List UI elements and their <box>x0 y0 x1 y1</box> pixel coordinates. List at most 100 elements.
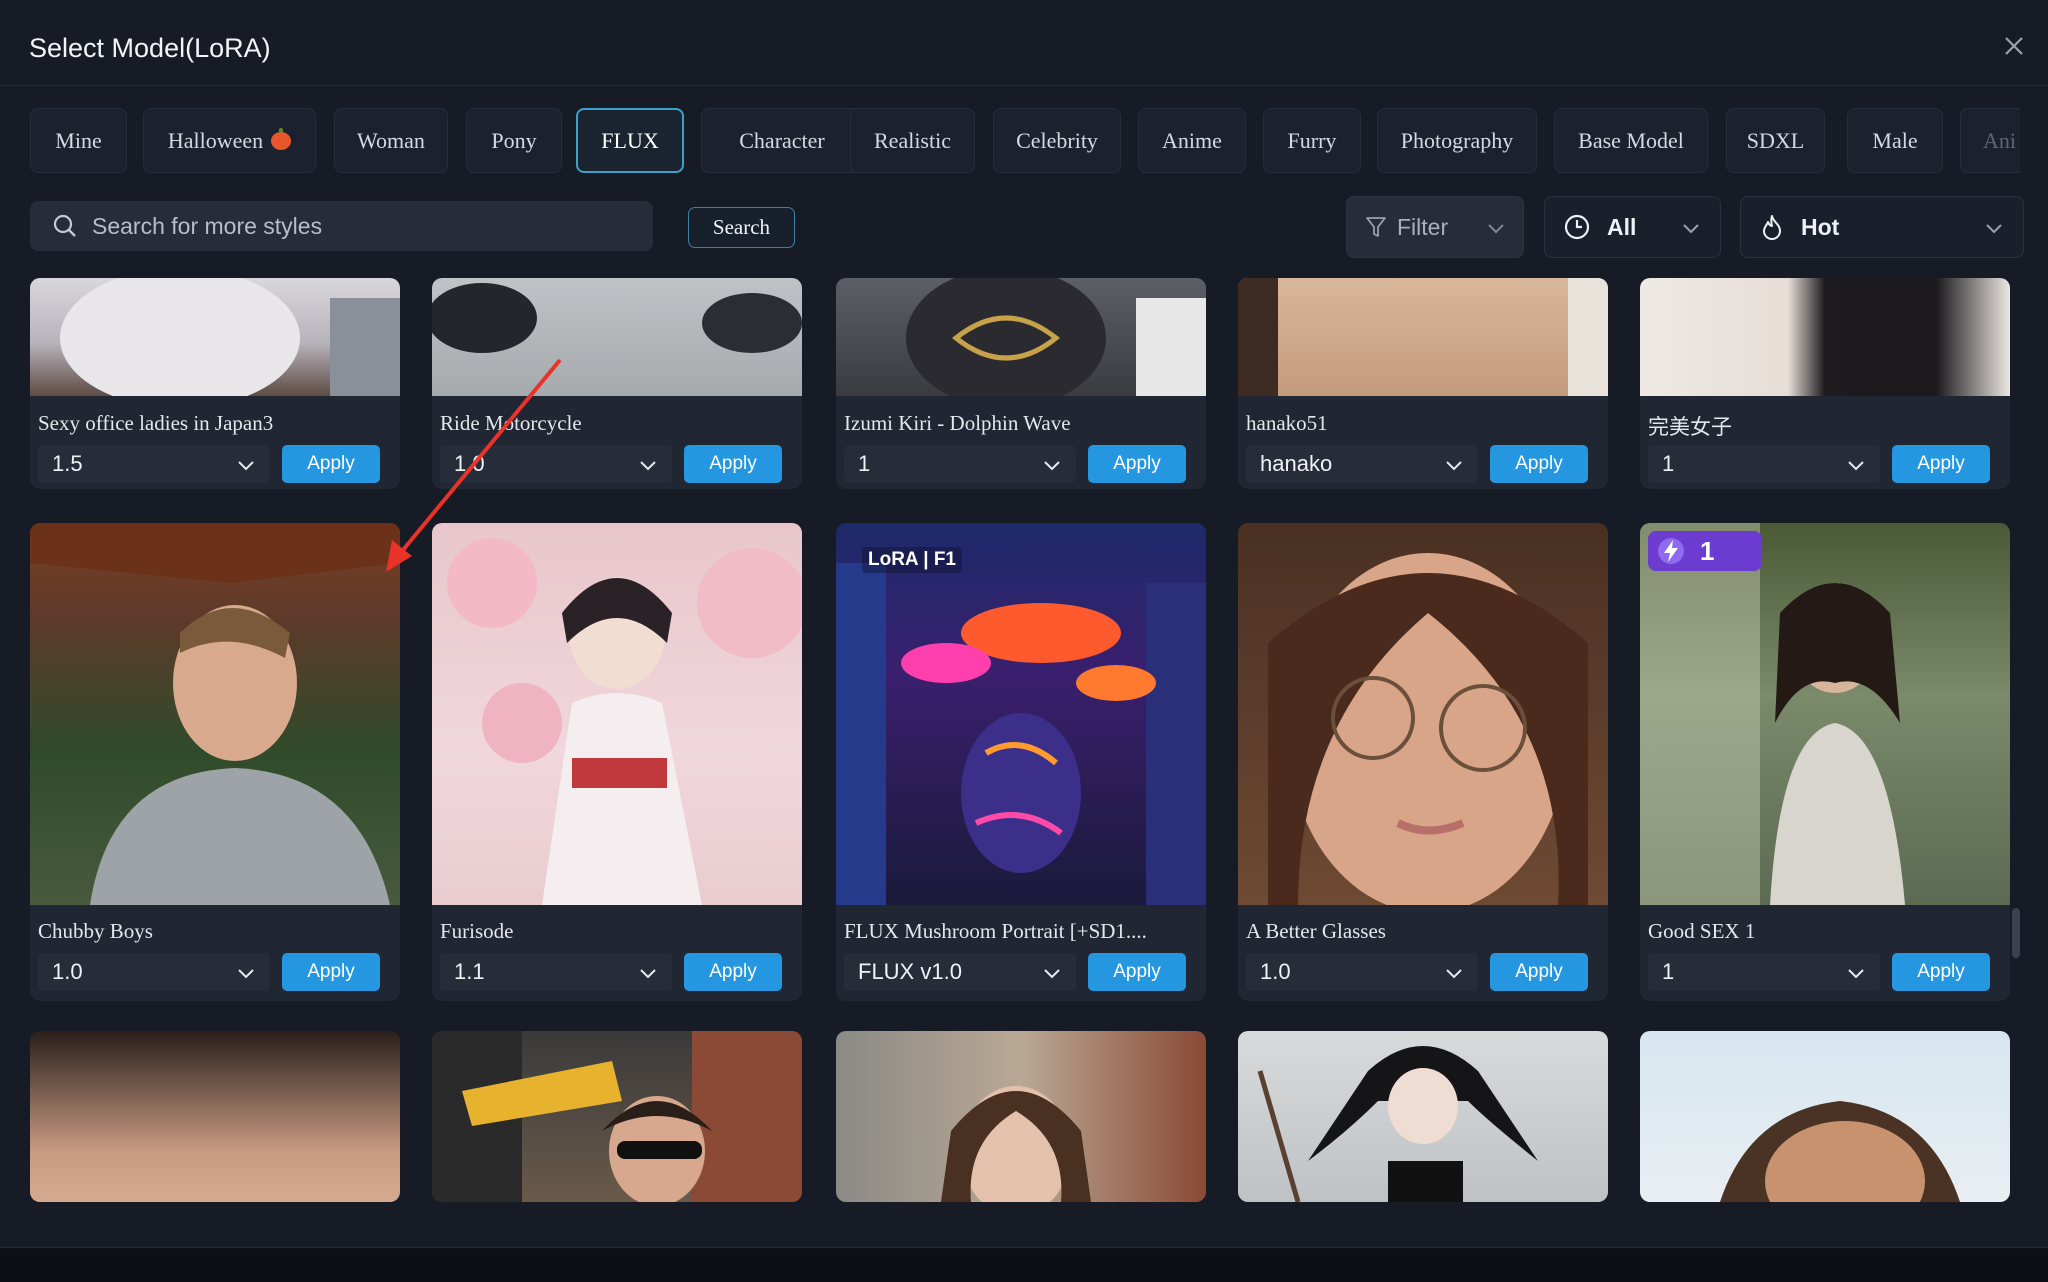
apply-button[interactable]: Apply <box>1892 445 1990 483</box>
tab-pony[interactable]: Pony <box>466 108 562 173</box>
version-select[interactable]: 1 <box>844 445 1076 483</box>
tab-anime[interactable]: Anime <box>1138 108 1246 173</box>
model-thumbnail[interactable] <box>30 1031 400 1202</box>
badge-count: 1 <box>1648 531 1762 571</box>
apply-button[interactable]: Apply <box>1088 445 1186 483</box>
version-select[interactable]: 1 <box>1648 445 1880 483</box>
close-icon[interactable] <box>1996 28 2032 64</box>
version-value: 1.0 <box>454 451 485 476</box>
tab-label: Woman <box>357 127 425 153</box>
model-card[interactable]: Izumi Kiri - Dolphin Wave 1 Apply <box>836 278 1206 489</box>
chevron-down-icon <box>1683 224 1699 234</box>
model-thumbnail[interactable] <box>1238 1031 1608 1202</box>
lightning-icon <box>1658 538 1684 564</box>
model-name: Ride Motorcycle <box>440 411 582 435</box>
model-card[interactable] <box>836 1031 1206 1202</box>
filter-icon <box>1366 217 1386 237</box>
model-card[interactable]: A Better Glasses 1.0 Apply <box>1238 523 1608 1001</box>
tab-label: Base Model <box>1578 127 1684 153</box>
apply-button[interactable]: Apply <box>684 953 782 991</box>
model-name: Good SEX 1 <box>1648 919 1756 943</box>
apply-button[interactable]: Apply <box>1088 953 1186 991</box>
filter-button[interactable]: Filter <box>1346 196 1524 258</box>
version-value: 1.0 <box>1260 959 1291 984</box>
model-thumbnail[interactable] <box>836 1031 1206 1202</box>
background-strip <box>0 1249 2048 1282</box>
tab-label: Anime <box>1162 127 1222 153</box>
apply-button[interactable]: Apply <box>1892 953 1990 991</box>
tab-male[interactable]: Male <box>1847 108 1943 173</box>
model-card[interactable]: 1 Good SEX 1 1 Apply <box>1640 523 2010 1001</box>
model-thumbnail[interactable]: LoRA | F1 <box>836 523 1206 905</box>
model-thumbnail[interactable]: 1 <box>1640 523 2010 905</box>
tab-celebrity[interactable]: Celebrity <box>993 108 1121 173</box>
tab-realistic[interactable]: Realistic <box>850 108 975 173</box>
tab-label: Character <box>739 127 825 153</box>
model-card[interactable] <box>1640 1031 2010 1202</box>
tab-sdxl[interactable]: SDXL <box>1726 108 1825 173</box>
model-thumbnail[interactable] <box>1238 278 1608 396</box>
tab-photography[interactable]: Photography <box>1377 108 1537 173</box>
tab-base-model[interactable]: Base Model <box>1554 108 1708 173</box>
model-thumbnail[interactable] <box>432 278 802 396</box>
apply-button[interactable]: Apply <box>684 445 782 483</box>
tab-mine[interactable]: Mine <box>30 108 127 173</box>
tab-woman[interactable]: Woman <box>334 108 448 173</box>
model-card[interactable]: Ride Motorcycle 1.0 Apply <box>432 278 802 489</box>
model-name: Izumi Kiri - Dolphin Wave <box>844 411 1071 435</box>
version-select[interactable]: 1.0 <box>440 445 672 483</box>
search-button[interactable]: Search <box>688 207 795 248</box>
apply-button[interactable]: Apply <box>1490 953 1588 991</box>
model-thumbnail[interactable] <box>30 523 400 905</box>
category-tabs: Mine Halloween Woman Pony FLUX Character… <box>30 108 2020 173</box>
lora-badge: LoRA | F1 <box>862 547 962 573</box>
version-select[interactable]: 1.0 <box>1246 953 1478 991</box>
sort-select[interactable]: Hot <box>1740 196 2024 258</box>
model-card[interactable]: Chubby Boys 1.0 Apply <box>30 523 400 1001</box>
select-model-dialog: Select Model(LoRA) Mine Halloween Woman … <box>0 0 2048 1248</box>
apply-button[interactable]: Apply <box>282 953 380 991</box>
model-card[interactable] <box>1238 1031 1608 1202</box>
model-thumbnail[interactable] <box>432 523 802 905</box>
model-thumbnail[interactable] <box>1238 523 1608 905</box>
model-name: 完美女子 <box>1648 415 1732 439</box>
tab-character[interactable]: Character <box>701 108 863 173</box>
chevron-down-icon <box>1848 969 1864 979</box>
version-select[interactable]: 1 <box>1648 953 1880 991</box>
tab-furry[interactable]: Furry <box>1263 108 1361 173</box>
version-select[interactable]: 1.1 <box>440 953 672 991</box>
tab-flux[interactable]: FLUX <box>576 108 684 173</box>
tab-label: Pony <box>491 127 537 153</box>
scrollbar-thumb[interactable] <box>2012 908 2020 958</box>
version-select[interactable]: FLUX v1.0 <box>844 953 1076 991</box>
sort-label: Hot <box>1801 213 1840 240</box>
version-select[interactable]: 1.5 <box>38 445 270 483</box>
model-card[interactable]: hanako51 hanako Apply <box>1238 278 1608 489</box>
model-card[interactable]: 完美女子 1 Apply <box>1640 278 2010 489</box>
model-thumbnail[interactable] <box>836 278 1206 396</box>
version-select[interactable]: hanako <box>1246 445 1478 483</box>
model-card[interactable]: Sexy office ladies in Japan3 1.5 Apply <box>30 278 400 489</box>
chevron-down-icon <box>1446 461 1462 471</box>
filter-label: Filter <box>1397 213 1449 240</box>
tab-anime-partial[interactable]: Ani <box>1960 108 2020 173</box>
apply-button[interactable]: Apply <box>1490 445 1588 483</box>
search-input[interactable] <box>92 212 652 240</box>
model-card[interactable] <box>30 1031 400 1202</box>
model-card[interactable]: Furisode 1.1 Apply <box>432 523 802 1001</box>
model-thumbnail[interactable] <box>30 278 400 396</box>
model-name: Sexy office ladies in Japan3 <box>38 411 274 435</box>
model-name: FLUX Mushroom Portrait [+SD1.... <box>844 919 1147 943</box>
chevron-down-icon <box>640 461 656 471</box>
model-card[interactable]: LoRA | F1 FLUX Mushroom Portrait [+SD1..… <box>836 523 1206 1001</box>
tab-label: Celebrity <box>1016 127 1098 153</box>
time-range-select[interactable]: All <box>1544 196 1721 258</box>
model-name: Furisode <box>440 919 514 943</box>
model-thumbnail[interactable] <box>1640 1031 2010 1202</box>
tab-halloween[interactable]: Halloween <box>143 108 316 173</box>
model-card[interactable] <box>432 1031 802 1202</box>
apply-button[interactable]: Apply <box>282 445 380 483</box>
model-thumbnail[interactable] <box>432 1031 802 1202</box>
version-select[interactable]: 1.0 <box>38 953 270 991</box>
model-thumbnail[interactable] <box>1640 278 2010 396</box>
